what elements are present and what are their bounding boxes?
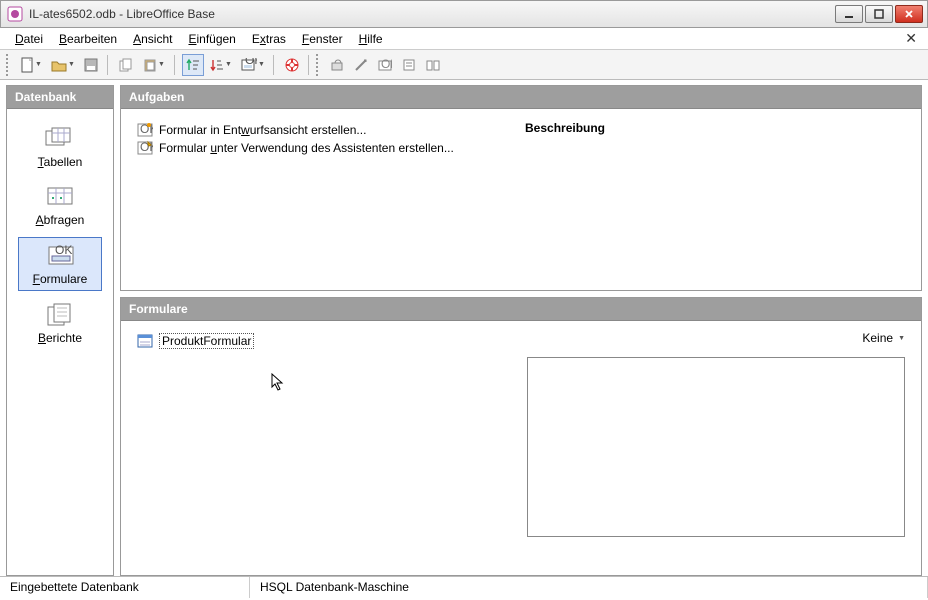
tasks-panel: Aufgaben OK Formular in Entwurfsansicht …	[120, 85, 922, 291]
tool-1[interactable]	[326, 54, 348, 76]
menu-view[interactable]: Ansicht	[126, 30, 179, 48]
svg-text:OK: OK	[55, 244, 72, 257]
forms-panel: Formulare ProduktFormular Keine ▼	[120, 297, 922, 576]
status-embedded-db: Eingebettete Datenbank	[0, 577, 250, 598]
form-item-name: ProduktFormular	[159, 333, 254, 349]
maximize-button[interactable]	[865, 5, 893, 23]
menubar: Datei Bearbeiten Ansicht Einfügen Extras…	[0, 28, 928, 50]
sidebar-item-label: Formulare	[33, 272, 88, 286]
sidebar-header: Datenbank	[7, 86, 113, 109]
form-wizard-icon: OK	[137, 140, 153, 156]
sidebar-item-label: Abfragen	[36, 213, 85, 227]
tasks-header: Aufgaben	[121, 86, 921, 109]
sidebar-item-label: Tabellen	[38, 155, 83, 169]
cursor-icon	[271, 373, 285, 391]
sidebar-item-tables[interactable]: Tabellen	[18, 121, 102, 173]
sort-desc-button[interactable]: ▼	[206, 54, 236, 76]
forms-icon: OK	[44, 244, 76, 268]
sidebar-item-forms[interactable]: OK Formulare	[18, 237, 102, 291]
reports-icon	[44, 303, 76, 327]
close-button[interactable]	[895, 5, 923, 23]
form-list-item[interactable]: ProduktFormular	[137, 333, 254, 349]
app-body: Datenbank Tabellen Abfragen OK Formulare…	[0, 80, 928, 576]
queries-icon	[44, 185, 76, 209]
forms-header: Formulare	[121, 298, 921, 321]
menu-help[interactable]: Hilfe	[352, 30, 390, 48]
menu-insert[interactable]: Einfügen	[181, 30, 242, 48]
svg-text:OK: OK	[245, 58, 257, 67]
svg-text:OK: OK	[140, 140, 153, 154]
tool-2[interactable]	[350, 54, 372, 76]
tool-3[interactable]: OK	[374, 54, 396, 76]
sidebar-item-queries[interactable]: Abfragen	[18, 179, 102, 231]
app-icon	[7, 6, 23, 22]
new-doc-button[interactable]: ▼	[16, 54, 46, 76]
form-icon	[137, 333, 153, 349]
toolbar-handle-2[interactable]	[316, 54, 320, 76]
chevron-down-icon: ▼	[898, 335, 905, 342]
toolbar-handle[interactable]	[6, 54, 10, 76]
copy-button[interactable]	[115, 54, 137, 76]
description-column: Beschreibung	[525, 121, 905, 278]
save-button[interactable]	[80, 54, 102, 76]
menu-file[interactable]: Datei	[8, 30, 50, 48]
form-button[interactable]: OK▼	[238, 54, 268, 76]
statusbar: Eingebettete Datenbank HSQL Datenbank-Ma…	[0, 576, 928, 598]
titlebar: IL-ates6502.odb - LibreOffice Base	[0, 0, 928, 28]
task-list: OK Formular in Entwurfsansicht erstellen…	[137, 121, 515, 278]
menu-edit[interactable]: Bearbeiten	[52, 30, 124, 48]
svg-text:OK: OK	[381, 58, 392, 71]
paste-button[interactable]: ▼	[139, 54, 169, 76]
toolbar: ▼ ▼ ▼ ▼ OK▼ OK	[0, 50, 928, 80]
menu-tools[interactable]: Extras	[245, 30, 293, 48]
status-db-engine: HSQL Datenbank-Maschine	[250, 577, 928, 598]
close-document-button[interactable]: ✕	[902, 30, 920, 47]
sidebar-item-reports[interactable]: Berichte	[18, 297, 102, 349]
task-create-wizard[interactable]: OK Formular unter Verwendung des Assiste…	[137, 139, 515, 157]
task-label: Formular unter Verwendung des Assistente…	[159, 141, 454, 155]
help-button[interactable]	[281, 54, 303, 76]
tool-5[interactable]	[422, 54, 444, 76]
database-sidebar: Datenbank Tabellen Abfragen OK Formulare…	[6, 85, 114, 576]
menu-window[interactable]: Fenster	[295, 30, 350, 48]
preview-pane	[527, 357, 905, 537]
svg-text:OK: OK	[140, 122, 153, 136]
sort-asc-button[interactable]	[182, 54, 204, 76]
open-button[interactable]: ▼	[48, 54, 78, 76]
window-title: IL-ates6502.odb - LibreOffice Base	[29, 7, 835, 21]
form-design-icon: OK	[137, 122, 153, 138]
main-column: Aufgaben OK Formular in Entwurfsansicht …	[120, 85, 922, 576]
description-header: Beschreibung	[525, 121, 905, 135]
tool-4[interactable]	[398, 54, 420, 76]
sidebar-item-label: Berichte	[38, 331, 82, 345]
task-label: Formular in Entwurfsansicht erstellen...	[159, 123, 366, 137]
tables-icon	[44, 127, 76, 151]
view-mode-dropdown[interactable]: Keine ▼	[862, 331, 905, 345]
minimize-button[interactable]	[835, 5, 863, 23]
view-mode-label: Keine	[862, 331, 893, 345]
window-controls	[835, 5, 923, 23]
task-create-design[interactable]: OK Formular in Entwurfsansicht erstellen…	[137, 121, 515, 139]
